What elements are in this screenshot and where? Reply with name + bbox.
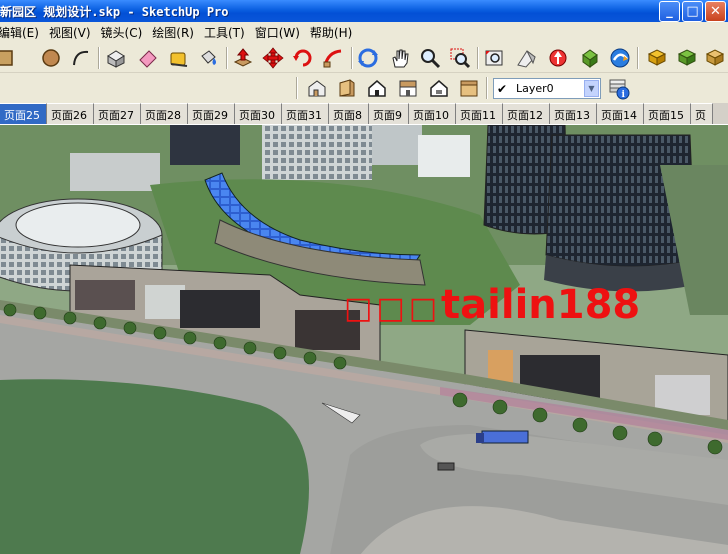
menu-edit[interactable]: 编辑(E)	[0, 24, 46, 41]
menu-bar: 编辑(E) 视图(V) 镜头(C) 绘图(R) 工具(T) 窗口(W) 帮助(H…	[0, 22, 728, 43]
rectangle-icon[interactable]	[0, 46, 16, 70]
menu-view[interactable]: 视图(V)	[46, 24, 98, 41]
tab-scene-29[interactable]: 页面29	[188, 103, 235, 124]
right-view-icon[interactable]	[396, 76, 420, 100]
watermark-boxes: □□□	[344, 291, 442, 326]
minimize-button[interactable]: _	[659, 1, 680, 22]
tab-scene-31[interactable]: 页面31	[282, 103, 329, 124]
push-pull-icon[interactable]	[231, 46, 255, 70]
arc-icon[interactable]	[69, 46, 93, 70]
paint-bucket-icon[interactable]	[196, 46, 220, 70]
tab-scene-11[interactable]: 页面11	[456, 103, 503, 124]
tab-scene-more[interactable]: 页	[691, 103, 713, 124]
orbit-icon[interactable]	[356, 46, 380, 70]
maximize-button[interactable]: □	[682, 1, 703, 22]
tab-scene-14[interactable]: 页面14	[597, 103, 644, 124]
front-view-icon[interactable]	[365, 76, 389, 100]
watermark-handle: tailin188	[441, 282, 641, 328]
component-icon[interactable]	[675, 46, 699, 70]
move-icon[interactable]	[261, 46, 285, 70]
zoom-extents-icon[interactable]	[482, 46, 506, 70]
tab-scene-30[interactable]: 页面30	[235, 103, 282, 124]
tab-scene-9[interactable]: 页面9	[369, 103, 409, 124]
campus-model-render	[0, 125, 728, 554]
tab-scene-15[interactable]: 页面15	[644, 103, 691, 124]
warehouse-icon[interactable]	[608, 46, 632, 70]
make-component-icon[interactable]	[104, 46, 128, 70]
watermark-text: □□□tailin188	[344, 285, 640, 329]
left-view-icon[interactable]	[457, 76, 481, 100]
main-toolbar	[0, 43, 728, 73]
layer-name: Layer0	[516, 82, 554, 95]
tab-scene-10[interactable]: 页面10	[409, 103, 456, 124]
layer-manager-icon[interactable]: i	[607, 76, 631, 100]
iso-view-icon[interactable]	[305, 76, 329, 100]
pan-icon[interactable]	[388, 46, 412, 70]
rotate-icon[interactable]	[291, 46, 315, 70]
tab-scene-25[interactable]: 页面25	[0, 103, 47, 124]
zoom-window-icon[interactable]	[448, 46, 472, 70]
menu-camera[interactable]: 镜头(C)	[98, 24, 150, 41]
share-model-icon[interactable]	[645, 46, 669, 70]
back-view-icon[interactable]	[427, 76, 451, 100]
layer-select[interactable]: ✔ Layer0 ▼	[493, 78, 601, 99]
tab-scene-13[interactable]: 页面13	[550, 103, 597, 124]
window-title: 新园区 规划设计.skp - SketchUp Pro	[0, 5, 229, 19]
title-bar: 新园区 规划设计.skp - SketchUp Pro _ □ ✕	[0, 0, 728, 22]
menu-draw[interactable]: 绘图(R)	[149, 24, 201, 41]
svg-text:i: i	[622, 90, 626, 100]
tape-measure-icon[interactable]	[166, 46, 190, 70]
tab-scene-28[interactable]: 页面28	[141, 103, 188, 124]
top-view-icon[interactable]	[335, 76, 359, 100]
component-attributes-icon[interactable]	[703, 46, 727, 70]
scene-tabs: 页面25 页面26 页面27 页面28 页面29 页面30 页面31 页面8 页…	[0, 103, 728, 125]
get-models-icon[interactable]	[578, 46, 602, 70]
follow-me-icon[interactable]	[321, 46, 345, 70]
next-view-icon[interactable]	[546, 46, 570, 70]
circle-icon[interactable]	[39, 46, 63, 70]
tab-scene-27[interactable]: 页面27	[94, 103, 141, 124]
views-toolbar: ✔ Layer0 ▼ i	[0, 73, 728, 103]
close-button[interactable]: ✕	[705, 1, 726, 22]
chevron-down-icon[interactable]: ▼	[584, 80, 599, 97]
eraser-icon[interactable]	[136, 46, 160, 70]
tab-scene-12[interactable]: 页面12	[503, 103, 550, 124]
window-controls: _ □ ✕	[659, 1, 726, 22]
zoom-icon[interactable]	[418, 46, 442, 70]
menu-help[interactable]: 帮助(H)	[307, 24, 359, 41]
menu-window[interactable]: 窗口(W)	[252, 24, 307, 41]
menu-tools[interactable]: 工具(T)	[201, 24, 252, 41]
tab-scene-26[interactable]: 页面26	[47, 103, 94, 124]
tab-scene-8[interactable]: 页面8	[329, 103, 369, 124]
layer-visible-check: ✔	[496, 81, 508, 96]
modeling-viewport[interactable]: □□□tailin188	[0, 125, 728, 554]
previous-view-icon[interactable]	[514, 46, 538, 70]
